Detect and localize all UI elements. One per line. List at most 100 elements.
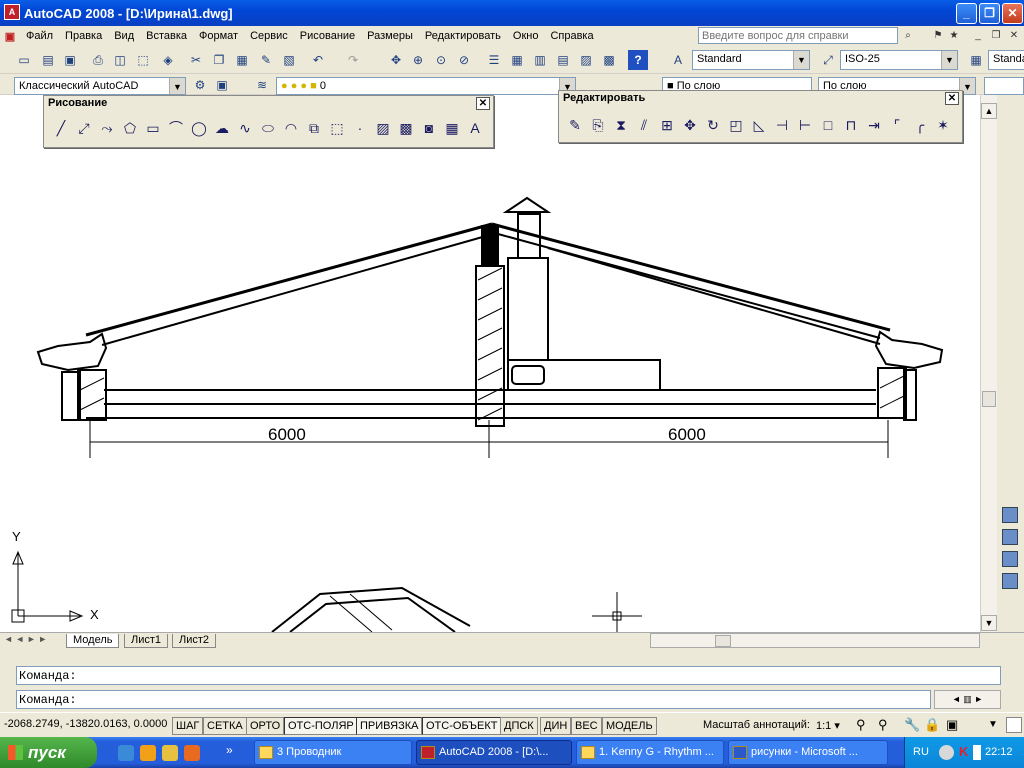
- open-icon[interactable]: ▤: [38, 50, 58, 70]
- dim-style-select[interactable]: ISO-25 ▼: [840, 50, 958, 70]
- dim-style-icon[interactable]: ⤢: [818, 50, 838, 70]
- sheet-set-icon[interactable]: ▤: [553, 50, 573, 70]
- draw-toolbar-close-button[interactable]: ✕: [476, 97, 490, 110]
- modify-toolbar-title[interactable]: Редактировать ✕: [559, 91, 962, 107]
- h-scroll-thumb[interactable]: [715, 635, 731, 647]
- task-winamp[interactable]: 1. Kenny G - Rhythm ...: [576, 740, 724, 765]
- osnap-toggle[interactable]: ПРИВЯЗКА: [356, 717, 423, 735]
- grid-toggle[interactable]: СЕТКА: [203, 717, 247, 735]
- command-input[interactable]: Команда:: [16, 690, 931, 709]
- clock[interactable]: 22:12: [985, 746, 1013, 758]
- document-icon[interactable]: ▣: [0, 30, 20, 43]
- scale-icon[interactable]: ◰: [726, 115, 746, 135]
- menu-window[interactable]: Окно: [507, 26, 545, 46]
- construction-line-icon[interactable]: ⤢: [74, 118, 94, 138]
- tray-arrow-icon[interactable]: [939, 745, 954, 760]
- zoom-previous-icon[interactable]: ⊘: [454, 50, 474, 70]
- help-icon[interactable]: ?: [628, 50, 648, 70]
- revision-cloud-icon[interactable]: ☁: [212, 118, 232, 138]
- properties-icon[interactable]: ☰: [484, 50, 504, 70]
- language-indicator[interactable]: RU: [913, 746, 929, 758]
- firefox-icon[interactable]: [184, 745, 200, 761]
- show-desktop-icon[interactable]: [118, 745, 134, 761]
- tab-layout1[interactable]: Лист1: [124, 634, 169, 648]
- workspace-select[interactable]: Классический AutoCAD ▼: [14, 77, 186, 95]
- scroll-down-button[interactable]: ▼: [981, 615, 997, 631]
- table-icon[interactable]: ▦: [442, 118, 462, 138]
- new-icon[interactable]: ▭: [14, 50, 34, 70]
- match-properties-icon[interactable]: ✎: [256, 50, 276, 70]
- task-autocad[interactable]: AutoCAD 2008 - [D:\...: [416, 740, 572, 765]
- status-menu-arrow[interactable]: ▼: [988, 719, 998, 730]
- tray-icon[interactable]: [973, 745, 981, 760]
- minimize-button[interactable]: _: [956, 3, 977, 24]
- tab-layout2[interactable]: Лист2: [172, 634, 217, 648]
- menu-help[interactable]: Справка: [544, 26, 599, 46]
- rectangle-icon[interactable]: ▭: [143, 118, 163, 138]
- table-style-icon[interactable]: ▦: [966, 50, 986, 70]
- menu-draw[interactable]: Рисование: [294, 26, 361, 46]
- menu-format[interactable]: Формат: [193, 26, 244, 46]
- autocad-app-icon[interactable]: A: [4, 4, 20, 20]
- doc-restore-button[interactable]: ❐: [988, 28, 1004, 44]
- ducs-toggle[interactable]: ДПСК: [500, 717, 538, 735]
- tab-nav-arrows[interactable]: ◄ ◄ ► ►: [4, 634, 47, 644]
- snap-toggle[interactable]: ШАГ: [172, 717, 204, 735]
- kaspersky-icon[interactable]: K: [959, 744, 968, 759]
- search-icon[interactable]: ⌕: [900, 28, 916, 44]
- print-icon[interactable]: ⎙: [88, 50, 108, 70]
- viewport-icon[interactable]: [1002, 573, 1018, 589]
- otrack-toggle[interactable]: ОТС-ОБЪЕКТ: [422, 717, 502, 735]
- block-editor-icon[interactable]: ▧: [279, 50, 299, 70]
- viewport-icon[interactable]: [1002, 507, 1018, 523]
- design-center-icon[interactable]: ▦: [507, 50, 527, 70]
- spline-icon[interactable]: ∿: [235, 118, 255, 138]
- move-icon[interactable]: ✥: [680, 115, 700, 135]
- save-icon[interactable]: ▣: [60, 50, 80, 70]
- stretch-icon[interactable]: ◺: [749, 115, 769, 135]
- text-style-icon[interactable]: A: [668, 50, 688, 70]
- layer-select[interactable]: ● ● ● ■ 0 ▼: [276, 77, 576, 95]
- hatch-icon[interactable]: ▨: [373, 118, 393, 138]
- line-icon[interactable]: ╱: [51, 118, 71, 138]
- quicklaunch-icon[interactable]: [162, 745, 178, 761]
- polar-toggle[interactable]: ОТС-ПОЛЯР: [284, 717, 358, 735]
- menu-edit[interactable]: Правка: [59, 26, 108, 46]
- zoom-window-icon[interactable]: ⊙: [431, 50, 451, 70]
- wrench-icon[interactable]: 🔧: [904, 717, 920, 733]
- paste-icon[interactable]: ▦: [232, 50, 252, 70]
- preview-icon[interactable]: ◫: [110, 50, 130, 70]
- model-toggle[interactable]: МОДЕЛЬ: [602, 717, 657, 735]
- fillet-icon[interactable]: ╭: [910, 115, 930, 135]
- media-player-icon[interactable]: [140, 745, 156, 761]
- polyline-icon[interactable]: ⤳: [97, 118, 117, 138]
- markup-icon[interactable]: ▨: [576, 50, 596, 70]
- ortho-toggle[interactable]: ОРТО: [246, 717, 285, 735]
- drawing-canvas[interactable]: 6000 6000 Y X: [0, 95, 980, 632]
- menu-dimension[interactable]: Размеры: [361, 26, 419, 46]
- arc-icon[interactable]: ⌒: [166, 118, 186, 138]
- menu-view[interactable]: Вид: [108, 26, 140, 46]
- clean-screen-button[interactable]: [1006, 717, 1022, 733]
- workspace-save-icon[interactable]: ▣: [212, 75, 232, 95]
- table-style-select[interactable]: Standa: [988, 50, 1024, 70]
- mirror-icon[interactable]: ⧗: [611, 115, 631, 135]
- extend-icon[interactable]: ⊢: [795, 115, 815, 135]
- cursor-coordinates[interactable]: -2068.2749, -13820.0163, 0.0000: [4, 718, 167, 730]
- break-at-point-icon[interactable]: □: [818, 115, 838, 135]
- undo-icon[interactable]: ↶: [308, 50, 328, 70]
- join-icon[interactable]: ⇥: [864, 115, 884, 135]
- point-icon[interactable]: ·: [350, 118, 370, 138]
- menu-file[interactable]: Файл: [20, 26, 59, 46]
- viewport-icon[interactable]: [1002, 529, 1018, 545]
- annotation-visibility-icon[interactable]: ⚲: [856, 717, 866, 733]
- quicklaunch-more-icon[interactable]: »: [226, 743, 233, 757]
- layer-properties-icon[interactable]: ≋: [252, 75, 272, 95]
- ellipse-icon[interactable]: ⬭: [258, 118, 278, 138]
- plot-style-select[interactable]: [984, 77, 1024, 95]
- viewport-icon[interactable]: [1002, 551, 1018, 567]
- region-icon[interactable]: ◙: [419, 118, 439, 138]
- status-tray-icon[interactable]: ▣: [946, 717, 958, 733]
- trim-icon[interactable]: ⊣: [772, 115, 792, 135]
- dyn-toggle[interactable]: ДИН: [540, 717, 572, 735]
